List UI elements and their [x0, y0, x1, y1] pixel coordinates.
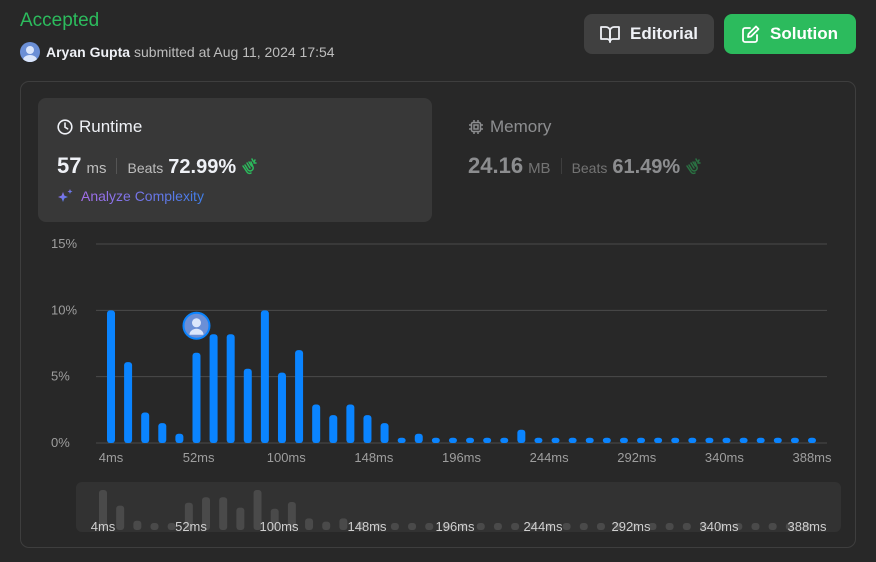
navigator-bar	[390, 523, 399, 530]
navigator-tick-label: 388ms	[787, 519, 827, 534]
distribution-bar	[414, 433, 423, 443]
y-tick-label: 15%	[51, 236, 77, 251]
y-tick-label: 5%	[51, 369, 70, 384]
submission-detail-panel: Runtime 57 ms Beats 72.99% Analyze Compl…	[20, 81, 856, 548]
solution-label: Solution	[770, 24, 838, 43]
navigator-tick-label: 100ms	[259, 519, 299, 534]
submission-info: Aryan Gupta submitted at Aug 11, 2024 17…	[20, 42, 335, 62]
distribution-bar	[397, 437, 406, 443]
distribution-bar	[671, 437, 680, 443]
distribution-bar	[551, 437, 560, 443]
x-tick-label: 340ms	[705, 450, 745, 465]
distribution-bar	[808, 437, 816, 443]
distribution-bar	[158, 423, 167, 443]
navigator-bar	[116, 505, 125, 530]
distribution-bar	[192, 352, 201, 443]
x-tick-label: 148ms	[354, 450, 394, 465]
distribution-bar	[124, 362, 133, 443]
runtime-distribution-chart[interactable]: 0% 5% 10% 15% 4ms 52ms 100ms 148ms 196ms 244ms 292…	[21, 82, 857, 549]
navigator-tick-label: 148ms	[347, 519, 387, 534]
navigator-bar	[133, 520, 142, 530]
distribution-bar	[312, 404, 321, 443]
x-tick-label: 388ms	[792, 450, 832, 465]
distribution-bar	[722, 437, 731, 443]
y-tick-label: 0%	[51, 435, 70, 450]
distribution-bar	[107, 310, 115, 443]
x-tick-label: 4ms	[99, 450, 124, 465]
navigator-bar	[305, 518, 314, 530]
navigator-bar	[682, 523, 691, 530]
solution-button[interactable]: Solution	[724, 14, 856, 54]
editorial-label: Editorial	[629, 24, 698, 43]
editorial-button[interactable]: Editorial	[584, 14, 714, 54]
distribution-bar	[380, 423, 389, 443]
distribution-bar	[209, 334, 218, 443]
distribution-bar	[688, 437, 697, 443]
distribution-bar	[790, 437, 799, 443]
navigator-tick-label: 244ms	[523, 519, 563, 534]
distribution-bar	[175, 433, 184, 443]
book-icon	[600, 25, 630, 43]
x-tick-label: 196ms	[442, 450, 482, 465]
distribution-bar	[585, 437, 594, 443]
navigator-bar	[665, 523, 674, 530]
distribution-bar	[534, 437, 543, 443]
distribution-bar	[483, 437, 492, 443]
edit-icon	[742, 25, 770, 43]
user-marker-head	[191, 318, 201, 328]
distribution-bar	[705, 437, 714, 443]
x-tick-label: 292ms	[617, 450, 657, 465]
distribution-bar	[277, 372, 286, 443]
y-tick-label: 10%	[51, 302, 77, 317]
distribution-bar	[226, 334, 235, 443]
navigator-tick-label: 4ms	[91, 519, 116, 534]
distribution-bar	[243, 368, 252, 443]
navigator-tick-label: 340ms	[699, 519, 739, 534]
distribution-bar	[756, 437, 765, 443]
navigator-bar	[219, 497, 228, 530]
navigator-bar	[751, 523, 760, 530]
distribution-bar	[773, 437, 782, 443]
navigator-bar	[322, 521, 331, 530]
status-accepted: Accepted	[20, 10, 100, 31]
x-tick-label: 52ms	[183, 450, 215, 465]
distribution-bar	[500, 437, 509, 443]
distribution-bar	[346, 404, 355, 443]
distribution-bar	[602, 437, 611, 443]
navigator-tick-label: 292ms	[611, 519, 651, 534]
navigator-bar	[150, 523, 159, 530]
navigator-tick-label: 196ms	[435, 519, 475, 534]
distribution-bar	[260, 310, 269, 443]
navigator-tick-label: 52ms	[175, 519, 207, 534]
navigator-bar	[511, 523, 520, 530]
distribution-bar	[431, 437, 440, 443]
distribution-bar	[329, 415, 338, 443]
user-name-link[interactable]: Aryan Gupta	[46, 44, 130, 60]
distribution-bar	[654, 437, 663, 443]
distribution-bar	[295, 350, 304, 443]
navigator-bar	[425, 523, 434, 530]
distribution-bar	[517, 429, 526, 443]
navigator-bar	[579, 523, 588, 530]
distribution-bar	[448, 437, 457, 443]
navigator-bar	[339, 518, 348, 530]
distribution-bar	[141, 412, 150, 443]
distribution-bar	[466, 437, 475, 443]
x-tick-label: 244ms	[530, 450, 570, 465]
distribution-bar	[637, 437, 646, 443]
submitted-at-text: submitted at Aug 11, 2024 17:54	[134, 44, 335, 60]
navigator-bar	[493, 523, 502, 530]
navigator-bar	[768, 523, 777, 530]
navigator-bar	[236, 507, 245, 530]
navigator-bar	[408, 523, 417, 530]
distribution-bar	[739, 437, 748, 443]
distribution-bar	[619, 437, 628, 443]
navigator-bar	[476, 523, 485, 530]
x-tick-label: 100ms	[267, 450, 307, 465]
distribution-bar	[363, 415, 372, 443]
distribution-bar	[568, 437, 577, 443]
navigator-bar	[596, 523, 605, 530]
navigator-bar	[562, 523, 571, 530]
user-avatar[interactable]	[20, 42, 40, 62]
